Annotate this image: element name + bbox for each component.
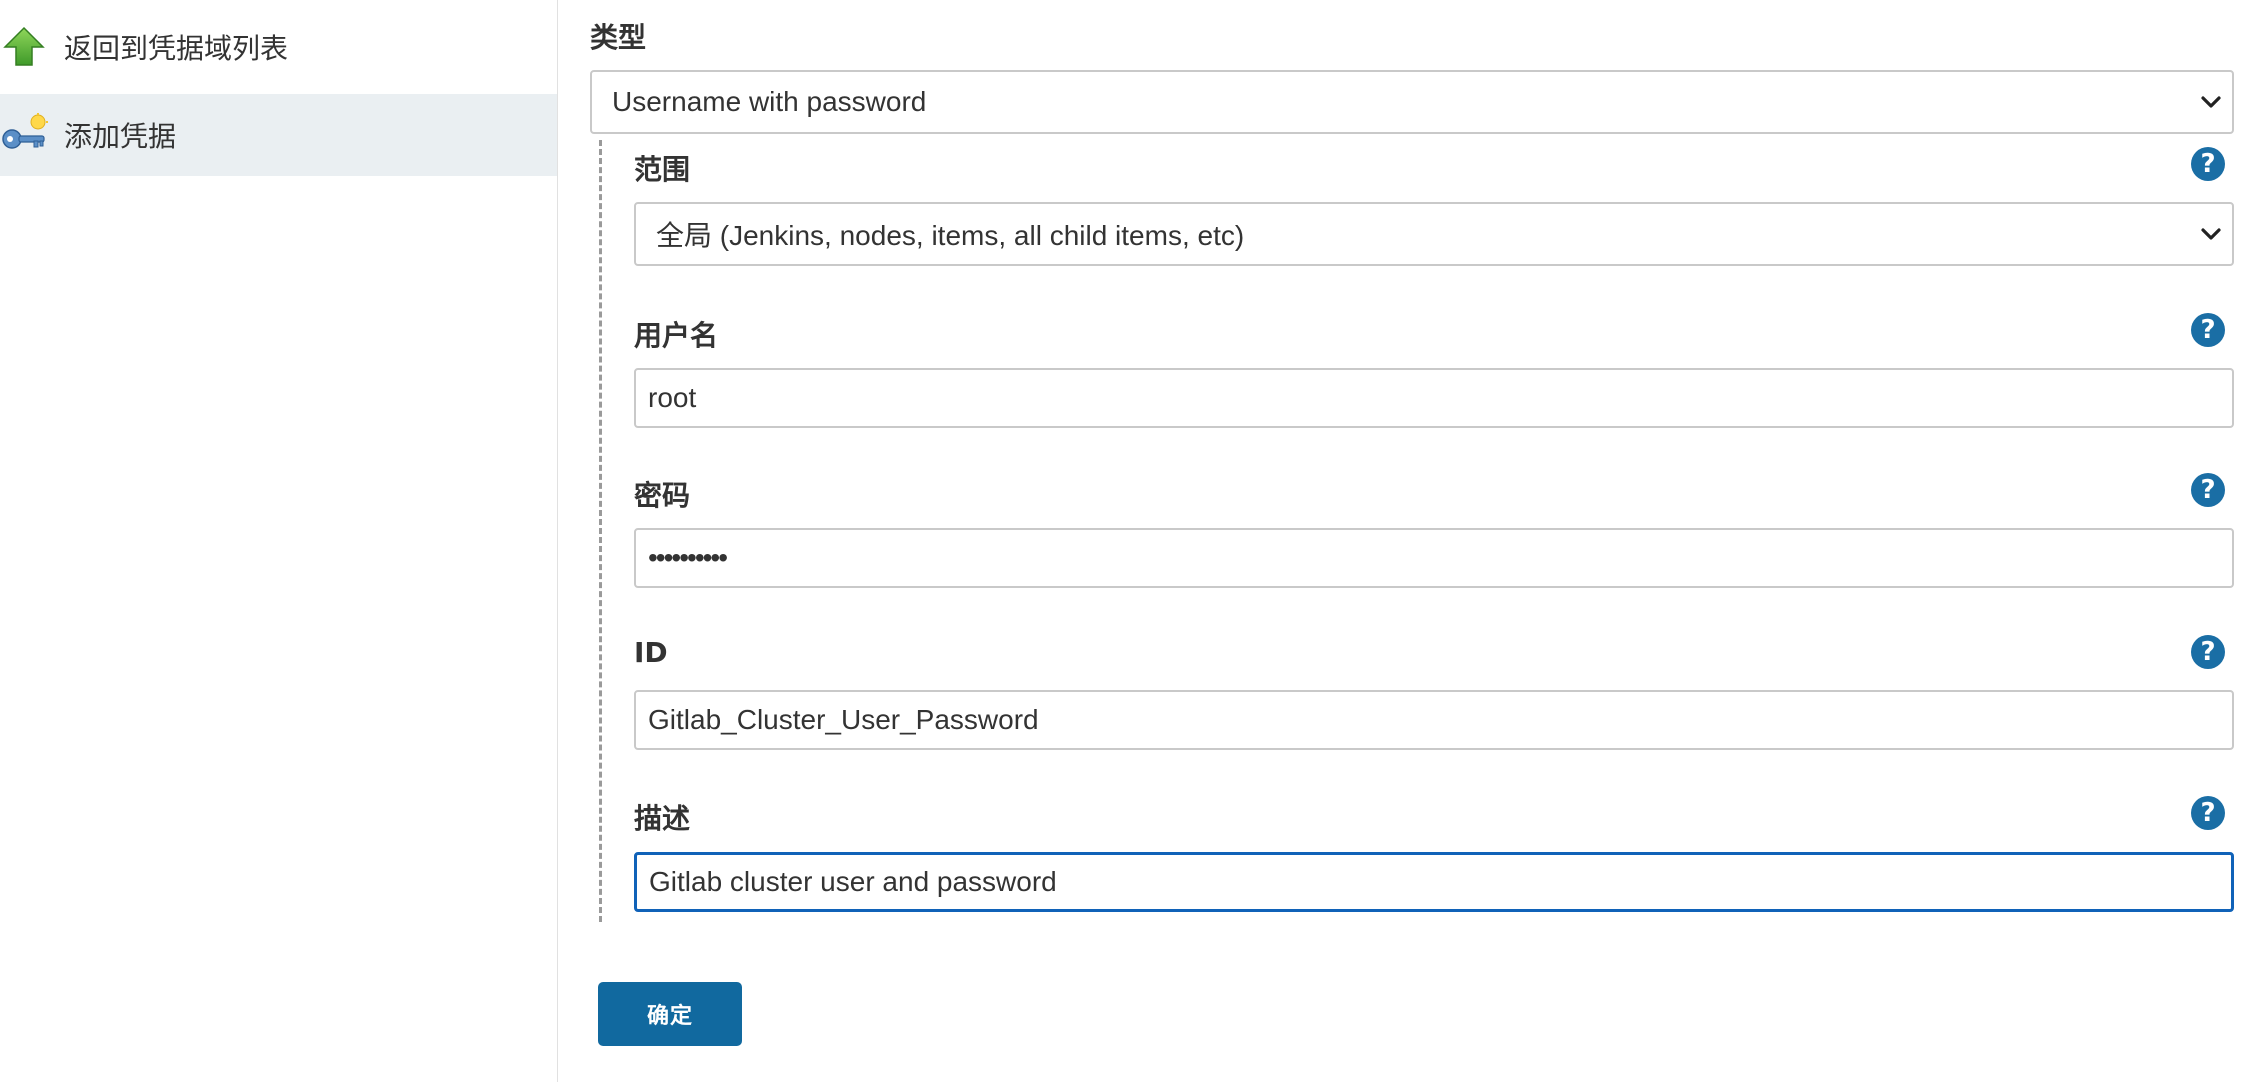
password-help-icon[interactable]: ?	[2191, 473, 2225, 507]
key-icon	[2, 113, 48, 157]
credential-page: 返回到凭据域列表 添加凭据 类型 Username with password …	[0, 0, 2256, 1082]
description-input[interactable]: Gitlab cluster user and password	[634, 852, 2234, 912]
password-input[interactable]: ••••••••••	[634, 528, 2234, 588]
scope-label: 范围	[634, 153, 691, 186]
nested-section-divider	[599, 140, 602, 922]
type-label: 类型	[590, 21, 647, 54]
chevron-down-icon	[2201, 228, 2221, 240]
ok-button[interactable]: 确定	[598, 982, 742, 1046]
description-label: 描述	[634, 802, 691, 835]
id-input[interactable]: Gitlab_Cluster_User_Password	[634, 690, 2234, 750]
type-select-value: Username with password	[612, 86, 927, 117]
sidebar: 返回到凭据域列表 添加凭据	[0, 0, 558, 1082]
username-label: 用户名	[634, 319, 719, 352]
id-label: ID	[634, 636, 668, 669]
sidebar-item-add-credentials[interactable]: 添加凭据	[0, 94, 557, 176]
scope-select-value: 全局 (Jenkins, nodes, items, all child ite…	[656, 220, 1245, 251]
chevron-down-icon	[2201, 96, 2221, 108]
id-help-icon[interactable]: ?	[2191, 635, 2225, 669]
username-input[interactable]: root	[634, 368, 2234, 428]
password-label: 密码	[634, 479, 691, 512]
description-help-icon[interactable]: ?	[2191, 796, 2225, 830]
sidebar-item-label: 返回到凭据域列表	[64, 32, 289, 65]
sidebar-item-back-to-domains[interactable]: 返回到凭据域列表	[0, 6, 557, 88]
up-arrow-icon	[2, 25, 46, 69]
scope-help-icon[interactable]: ?	[2191, 147, 2225, 181]
scope-select[interactable]: 全局 (Jenkins, nodes, items, all child ite…	[634, 202, 2234, 266]
type-select[interactable]: Username with password	[590, 70, 2234, 134]
sidebar-item-label: 添加凭据	[64, 120, 177, 153]
username-help-icon[interactable]: ?	[2191, 313, 2225, 347]
credential-form: 类型 Username with password 范围 ? 全局 (Jenki…	[558, 0, 2256, 1082]
